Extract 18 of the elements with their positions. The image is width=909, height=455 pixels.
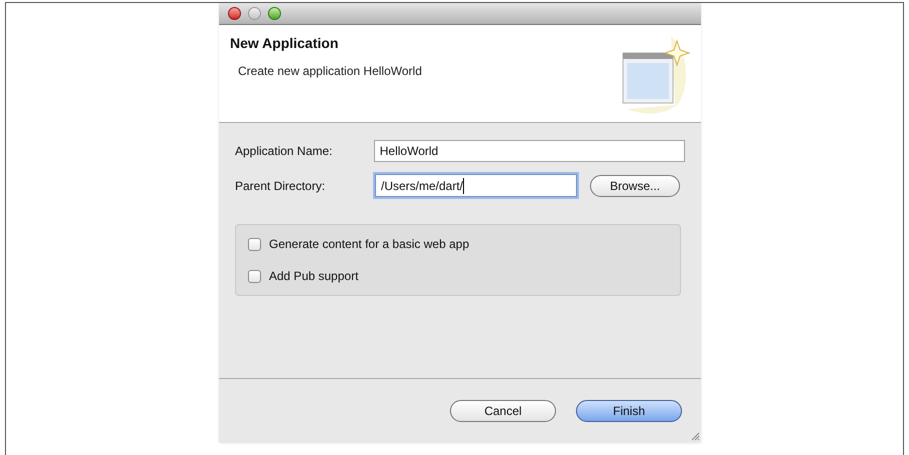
resize-grip-icon [690,431,700,441]
dialog-description: Create new application HelloWorld [237,63,422,80]
checkbox[interactable] [248,238,261,250]
checkbox-label: Add Pub support [269,268,358,285]
text-field[interactable]: /Users/me/dart/ [375,174,577,197]
dialog-button[interactable]: Cancel [450,400,556,422]
field-label: Parent Directory: [235,178,326,194]
field-label: Application Name: [235,143,334,160]
dialog-title: New Application [230,34,340,53]
browse-button[interactable]: Browse... [590,174,680,196]
close-button[interactable] [228,7,241,20]
checkbox-label: Generate content for a basic web app [269,236,470,253]
minimize-button[interactable] [248,7,261,20]
zoom-button[interactable] [268,7,281,20]
checkbox[interactable] [248,270,261,282]
dialog-button[interactable]: Finish [576,400,682,422]
text-cursor [463,178,464,194]
text-field[interactable]: HelloWorld [374,140,685,162]
